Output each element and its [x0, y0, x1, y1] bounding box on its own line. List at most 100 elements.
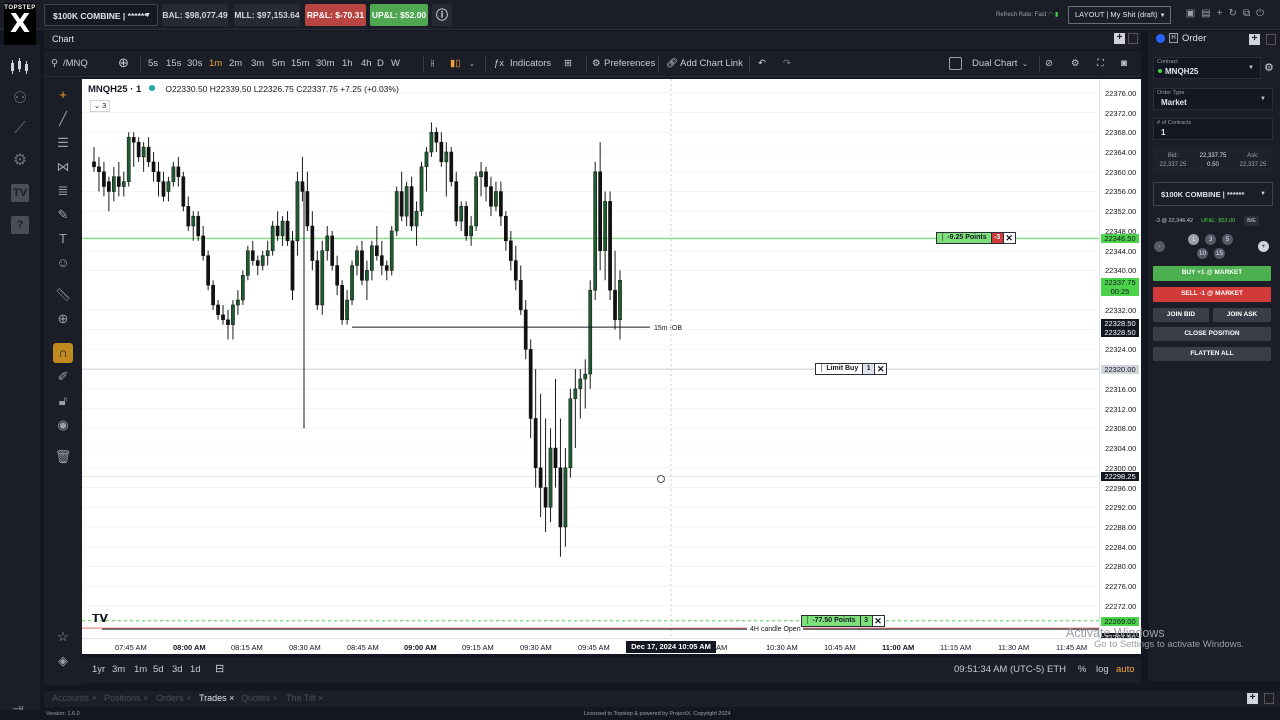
close-icon[interactable]: ✕ [872, 614, 885, 627]
chart-plot-area[interactable]: 15m -OB 4H candle Open [82, 79, 1099, 638]
lock-icon[interactable]: 🔓︎ [53, 391, 73, 411]
settings-icon[interactable]: ⚙ [1264, 61, 1274, 74]
pitchfork-icon[interactable]: ⋈ [53, 157, 73, 177]
qty-preset-15[interactable]: 15 [1214, 248, 1225, 259]
settings-gear-icon[interactable]: ⚙ [8, 149, 32, 173]
interval-30m[interactable]: 30m [316, 58, 334, 69]
redo-icon[interactable]: ↷ [783, 58, 791, 69]
interval-1h[interactable]: 1h [342, 58, 353, 69]
trash-icon[interactable]: 🗑︎ [53, 447, 73, 467]
interval-4h[interactable]: 4h [361, 58, 372, 69]
range-5d[interactable]: 5d [153, 664, 164, 675]
interval-1m[interactable]: 1m [209, 58, 222, 69]
zoom-icon[interactable]: ⊕ [53, 309, 73, 329]
bottom-tab-accounts[interactable]: Accounts × [52, 693, 97, 703]
close-position-button[interactable]: CLOSE POSITION [1153, 327, 1271, 341]
interval-2m[interactable]: 2m [229, 58, 242, 69]
interval-3m[interactable]: 3m [251, 58, 264, 69]
templates-icon[interactable]: ⊞ [564, 58, 572, 69]
order-tag-stop[interactable]: │ -77.50 Points 3 ✕ [801, 614, 885, 627]
text-icon[interactable]: T [53, 229, 73, 249]
alert-icon[interactable]: ⊘ [1045, 58, 1053, 69]
account-selector[interactable]: $100K COMBINE | ****** ▼ [44, 4, 158, 26]
bottom-tab-positions[interactable]: Positions × [104, 693, 148, 703]
add-tab-icon[interactable]: + [1114, 33, 1125, 44]
bottom-tab-the-tilt[interactable]: The Tilt × [286, 693, 323, 703]
interval-5s[interactable]: 5s [148, 58, 158, 69]
star-icon[interactable]: ☆ [53, 627, 73, 647]
breakeven-button[interactable]: B/E [1244, 216, 1259, 226]
refresh-icon[interactable]: ↻ [1229, 8, 1243, 19]
candles-icon[interactable] [8, 57, 32, 81]
order-tag-qty[interactable]: -3 [991, 232, 1004, 245]
users-icon[interactable]: ⚇ [8, 87, 32, 111]
layers-icon[interactable]: ◈ [53, 651, 73, 671]
qty-preset-3[interactable]: 3 [1205, 234, 1216, 245]
brush-icon[interactable]: ✎ [53, 205, 73, 225]
layout-selector[interactable]: LAYOUT | My Shit (draft) ▼ [1068, 6, 1171, 24]
order-tag-position[interactable]: │ -9.25 Points -3 ✕ [936, 232, 1016, 245]
percent-toggle[interactable]: % [1078, 664, 1086, 675]
tab-chart[interactable]: Chart [52, 34, 74, 44]
ruler-icon[interactable]: 📏︎ [53, 285, 73, 305]
order-tag-limit[interactable]: │ Limit Buy 1 ✕ [815, 363, 888, 376]
symbol-search[interactable]: /MNQ [63, 58, 88, 69]
interval-15s[interactable]: 15s [166, 58, 181, 69]
sell-market-button[interactable]: SELL -1 @ MARKET [1153, 287, 1271, 302]
bar-type-icon[interactable]: ⫲ [431, 58, 434, 69]
buy-market-button[interactable]: BUY +1 @ MARKET [1153, 266, 1271, 281]
auto-scale-toggle[interactable]: auto [1116, 664, 1135, 675]
order-tag-label[interactable]: │ Limit Buy [815, 363, 864, 376]
range-3m[interactable]: 3m [112, 664, 125, 675]
interval-D[interactable]: D [377, 58, 384, 69]
camera-icon[interactable]: ◙ [1121, 58, 1127, 69]
time-axis[interactable]: Dec 17, 2024 10:05 AM 07:45 AM 08:00 AM 08… [82, 638, 1141, 654]
close-icon[interactable]: ✕ [1003, 232, 1016, 245]
bottom-tab-trades[interactable]: Trades × [199, 693, 234, 703]
order-type-select[interactable]: Order Type Market ▼ [1153, 88, 1273, 110]
fullscreen-icon[interactable]: ⛶ [1097, 58, 1104, 69]
search-icon[interactable]: ⚲ [51, 58, 58, 69]
horizontal-lines-icon[interactable]: ☰ [53, 133, 73, 153]
join-ask-button[interactable]: JOIN ASK [1213, 308, 1271, 322]
fib-icon[interactable]: ≣ [53, 181, 73, 201]
timezone-clock[interactable]: 09:51:34 AM (UTC-5) [954, 664, 1044, 675]
order-tag-label[interactable]: │ -77.50 Points [801, 614, 861, 627]
interval-30s[interactable]: 30s [187, 58, 202, 69]
compare-add-icon[interactable]: ⊕ [118, 55, 129, 71]
price-axis[interactable]: 22376.00 22372.00 22368.00 22364.00 22360.00… [1099, 79, 1141, 643]
range-3d[interactable]: 3d [172, 664, 183, 675]
log-toggle[interactable]: log [1096, 664, 1109, 675]
order-tag-label[interactable]: │ -9.25 Points [936, 232, 992, 245]
add-tab-icon[interactable]: + [1247, 693, 1258, 704]
contract-select[interactable]: Contract MNQH25 ▼ [1153, 57, 1261, 79]
trend-icon[interactable]: ⟋ [8, 117, 32, 141]
qty-preset-1[interactable]: 1 [1188, 234, 1199, 245]
panel-account-select[interactable]: $100K COMBINE | ****** ▼ [1153, 182, 1273, 206]
tradingview-logo-icon[interactable]: 𝗧𝗩 [92, 612, 108, 625]
preferences-button[interactable]: Preferences [604, 58, 655, 69]
chevron-down-icon[interactable]: ⌄ [1022, 60, 1028, 68]
increment-button[interactable]: + [1258, 241, 1269, 252]
trash-icon[interactable]: ▤ [1201, 8, 1216, 19]
power-icon[interactable]: ⏻ [1256, 8, 1270, 19]
magnet-icon[interactable]: ∩ [53, 343, 73, 363]
close-icon[interactable]: ✕ [875, 363, 888, 376]
trendline-icon[interactable]: ╱ [53, 109, 73, 129]
settings-icon[interactable]: ⚙ [1071, 58, 1080, 69]
range-1d[interactable]: 1d [190, 664, 201, 675]
qty-preset-10[interactable]: 10 [1197, 248, 1208, 259]
qty-preset-5[interactable]: 5 [1222, 234, 1233, 245]
interval-5m[interactable]: 5m [272, 58, 285, 69]
restore-icon[interactable]: ⧉ [1243, 8, 1256, 19]
maximize-icon[interactable] [1128, 33, 1138, 44]
emoji-icon[interactable]: ☺ [53, 253, 73, 273]
chevron-down-icon[interactable]: ⌄ [469, 60, 475, 68]
dual-chart-checkbox[interactable] [949, 57, 962, 70]
contracts-input[interactable]: # of Contracts 1 [1153, 118, 1273, 140]
add-icon[interactable]: + [1217, 8, 1229, 19]
eye-icon[interactable]: ◉ [53, 415, 73, 435]
session-toggle[interactable]: ETH [1047, 664, 1066, 675]
range-1m[interactable]: 1m [134, 664, 147, 675]
legend-collapse-button[interactable]: ⌄ 3 [90, 100, 110, 112]
